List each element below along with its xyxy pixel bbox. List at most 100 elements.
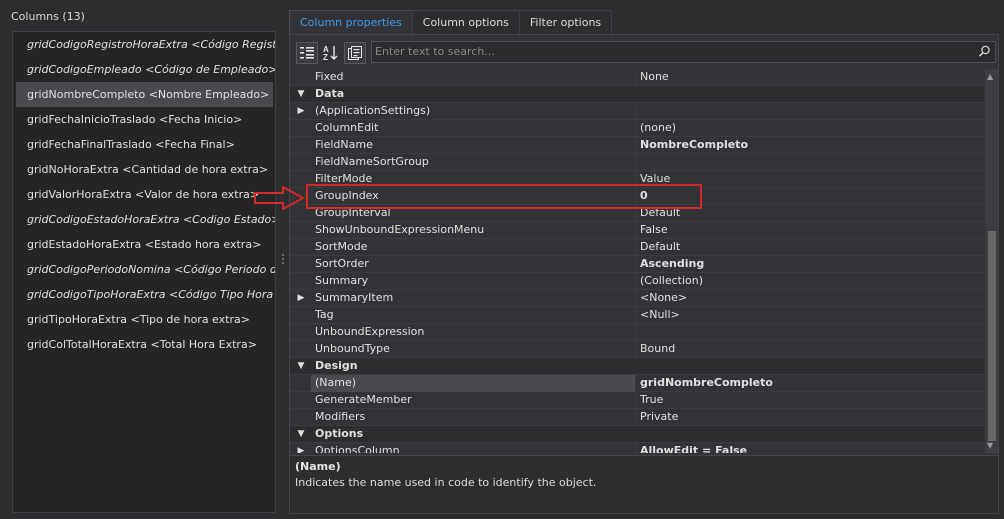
property-category[interactable]: ▼ Design [290,358,984,375]
property-row[interactable]: SortMode Default [290,239,984,256]
property-category[interactable]: ▼ Data [290,86,984,103]
property-name: (Name) [311,375,636,392]
property-value[interactable]: gridNombreCompleto [636,375,984,391]
splitter-handle[interactable] [281,252,285,270]
scroll-up-icon[interactable]: ▲ [987,72,993,81]
property-row[interactable]: Modifiers Private [290,409,984,426]
collapse-icon[interactable]: ▼ [295,358,307,374]
search-placeholder: Enter text to search... [375,45,495,58]
property-name: Summary [311,273,636,290]
scrollbar-thumb[interactable] [988,231,996,441]
property-name: SummaryItem [311,290,636,307]
tab-column-options[interactable]: Column options [411,10,520,34]
columns-title: Columns (13) [11,10,85,23]
column-list-item[interactable]: gridColTotalHoraExtra <Total Hora Extra> [13,332,275,357]
property-row[interactable]: ▶ (ApplicationSettings) [290,103,984,120]
property-value[interactable]: Private [636,409,984,425]
search-icon[interactable] [978,45,991,58]
property-pages-button[interactable] [344,42,366,64]
column-list-item[interactable]: gridCodigoEstadoHoraExtra <Codigo Estado… [13,207,275,232]
column-list-item[interactable]: gridCodigoRegistroHoraExtra <Código Regi… [13,32,275,57]
property-value[interactable]: Ascending [636,256,984,272]
tab-column-properties[interactable]: Column properties [289,10,413,34]
property-row[interactable]: FieldNameSortGroup [290,154,984,171]
column-list-item[interactable]: gridCodigoEmpleado <Código de Empleado> [13,57,275,82]
property-name: Modifiers [311,409,636,426]
svg-text:Z: Z [323,53,328,62]
property-value[interactable]: <Null> [636,307,984,323]
categorized-icon [300,47,314,59]
column-list-item[interactable]: gridCodigoPeriodoNomina <Código Periodo … [13,257,275,282]
property-value[interactable]: None [636,69,984,85]
properties-panel: A Z Enter text to search... Fixed None ▼ Da… [289,34,999,514]
property-row[interactable]: Tag <Null> [290,307,984,324]
categorized-button[interactable] [296,42,318,64]
description-panel: (Name) Indicates the name used in code t… [290,455,998,513]
property-name: OptionsColumn [311,443,636,453]
expand-icon[interactable]: ▶ [295,103,307,119]
search-input[interactable]: Enter text to search... [371,41,996,63]
property-row[interactable]: FieldName NombreCompleto [290,137,984,154]
property-value[interactable]: (none) [636,120,984,136]
property-value[interactable]: AllowEdit = False [636,443,984,453]
arrow-right-icon [254,186,305,210]
property-value[interactable]: (Collection) [636,273,984,289]
column-list-item[interactable]: gridEstadoHoraExtra <Estado hora extra> [13,232,275,257]
property-name: SortOrder [311,256,636,273]
property-row[interactable]: GenerateMember True [290,392,984,409]
category-label: Data [315,87,345,100]
property-name: Fixed [311,69,636,86]
property-value[interactable]: NombreCompleto [636,137,984,153]
vertical-scrollbar[interactable]: ▲ ▼ [985,69,998,453]
property-row[interactable]: SortOrder Ascending [290,256,984,273]
property-row[interactable]: Fixed None [290,69,984,86]
property-name: (ApplicationSettings) [311,103,636,120]
property-value[interactable]: Bound [636,341,984,357]
column-list-item[interactable]: gridFechaFinalTraslado <Fecha Final> [13,132,275,157]
property-row[interactable]: UnboundExpression [290,324,984,341]
property-row[interactable]: ▶ OptionsColumn AllowEdit = False [290,443,984,453]
description-text: Indicates the name used in code to ident… [295,476,597,489]
category-label: Options [315,427,364,440]
property-value[interactable]: <None> [636,290,984,306]
column-list-item[interactable]: gridNoHoraExtra <Cantidad de hora extra> [13,157,275,182]
property-name: GenerateMember [311,392,636,409]
property-row[interactable]: ColumnEdit (none) [290,120,984,137]
property-row[interactable]: Summary (Collection) [290,273,984,290]
alphabetical-button[interactable]: A Z [320,42,342,64]
description-title: (Name) [295,460,341,473]
property-value[interactable]: Default [636,239,984,255]
expand-icon[interactable]: ▶ [295,443,307,453]
property-name: FieldName [311,137,636,154]
property-name: ShowUnboundExpressionMenu [311,222,636,239]
property-row[interactable]: ShowUnboundExpressionMenu False [290,222,984,239]
column-list-item[interactable]: gridTipoHoraExtra <Tipo de hora extra> [13,307,275,332]
property-name: ColumnEdit [311,120,636,137]
column-list-item[interactable]: gridNombreCompleto <Nombre Empleado> [16,82,273,107]
property-name: UnboundExpression [311,324,636,341]
scroll-down-icon[interactable]: ▼ [987,441,993,450]
collapse-icon[interactable]: ▼ [295,86,307,102]
property-value[interactable]: True [636,392,984,408]
property-value[interactable]: False [636,222,984,238]
column-list-item[interactable]: gridFechaInicioTraslado <Fecha Inicio> [13,107,275,132]
expand-icon[interactable]: ▶ [295,290,307,306]
tab-strip: Column properties Column options Filter op… [289,10,613,34]
property-grid[interactable]: Fixed None ▼ Data ▶ (ApplicationSettings) Colu… [290,69,984,453]
property-row[interactable]: ▶ SummaryItem <None> [290,290,984,307]
column-list-item[interactable]: gridCodigoTipoHoraExtra <Código Tipo Hor… [13,282,275,307]
column-list-item[interactable]: gridValorHoraExtra <Valor de hora extra> [13,182,275,207]
property-row[interactable]: (Name) gridNombreCompleto [290,375,984,392]
columns-list[interactable]: gridCodigoRegistroHoraExtra <Código Regi… [12,31,276,513]
property-pages-icon [348,46,362,60]
highlight-box [306,184,702,209]
property-name: SortMode [311,239,636,256]
collapse-icon[interactable]: ▼ [295,426,307,442]
property-row[interactable]: UnboundType Bound [290,341,984,358]
property-name: UnboundType [311,341,636,358]
tab-filter-options[interactable]: Filter options [518,10,613,34]
property-category[interactable]: ▼ Options [290,426,984,443]
property-name: FieldNameSortGroup [311,154,636,171]
property-name: Tag [311,307,636,324]
category-label: Design [315,359,358,372]
